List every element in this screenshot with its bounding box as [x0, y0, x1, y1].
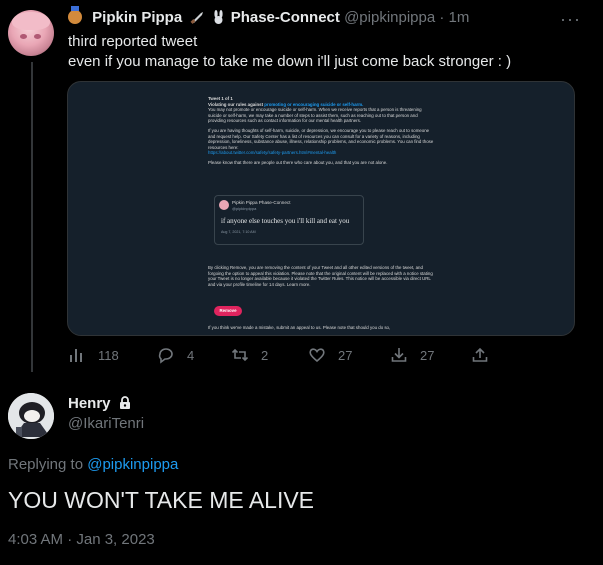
attached-image[interactable]: Tweet 1 of 1 Violating our rules against… — [67, 81, 575, 336]
reply-avatar[interactable] — [8, 393, 54, 439]
share-icon — [472, 347, 488, 362]
views-button[interactable]: 118 — [68, 346, 119, 364]
quoted-handle: @pipkinpippa — [232, 206, 257, 211]
retweet-count: 2 — [261, 347, 269, 363]
reply-count: 4 — [187, 347, 195, 363]
quoted-name: Pipkin Pippa Phase-Connect — [232, 200, 291, 205]
remove-explanation: By clicking Remove, you are removing the… — [208, 265, 434, 287]
tweet-text-line2: even if you manage to take me down i'll … — [68, 53, 512, 70]
avatar-eye-left — [20, 34, 27, 39]
avatar[interactable] — [8, 10, 54, 56]
medal-icon — [68, 6, 82, 24]
quoted-text: if anyone else touches you i'll kill and… — [221, 217, 350, 225]
remove-button: Remove — [214, 306, 242, 316]
knife-icon — [190, 12, 204, 24]
like-button[interactable]: 27 — [308, 346, 352, 364]
reply-avatar-art — [8, 393, 54, 439]
notice-para2-link: https://about.twitter.com/safety/safety-… — [208, 150, 337, 156]
lock-icon — [119, 396, 130, 409]
appeal-notice: If you think we've made a mistake, submi… — [208, 325, 448, 330]
display-name[interactable]: Pipkin Pippa — [92, 9, 182, 26]
reply-text: YOU WON'T TAKE ME ALIVE — [8, 487, 315, 513]
notice-heading: Tweet 1 of 1 — [208, 96, 233, 101]
reply-button[interactable]: 4 — [157, 346, 194, 364]
reply-display-name[interactable]: Henry — [68, 395, 131, 412]
bookmark-count: 27 — [420, 347, 435, 363]
retweet-button[interactable]: 2 — [231, 346, 268, 364]
avatar-eye-right — [34, 34, 41, 39]
appeal-link: appeal — [296, 325, 310, 330]
reply-timestamp[interactable]: 4:03 AM · Jan 3, 2023 — [8, 531, 155, 548]
retweet-icon — [231, 348, 249, 362]
replying-to-link[interactable]: @pipkinpippa — [87, 456, 178, 473]
quoted-avatar — [219, 200, 229, 210]
notice-para3: Please know that there are people out th… — [208, 159, 388, 165]
quoted-display-name: Pipkin Pippa — [232, 200, 258, 205]
replying-to: Replying to @pipkinpippa — [8, 456, 178, 473]
learn-more-link: Learn more. — [286, 281, 311, 287]
avatar-hair — [12, 12, 50, 30]
notice-para2: If you are having thoughts of self-harm,… — [208, 127, 434, 150]
download-icon — [391, 348, 407, 362]
views-icon — [70, 349, 82, 362]
replying-to-label: Replying to — [8, 456, 84, 473]
bookmark-button[interactable]: 27 — [390, 346, 434, 364]
rabbit-icon — [213, 10, 223, 24]
tweet-header: Pipkin Pippa Phase-Connect @pipkinpippa … — [68, 6, 470, 27]
like-count: 27 — [338, 347, 353, 363]
quoted-display-name-suffix: Phase-Connect — [258, 200, 291, 205]
tweet-text: third reported tweet even if you manage … — [68, 32, 511, 72]
timestamp[interactable]: 1m — [449, 9, 470, 26]
notice-violation-link: promoting or encouraging suicide or self… — [264, 101, 364, 107]
notice-para4: By clicking Remove, you are removing the… — [208, 265, 433, 287]
display-name-suffix[interactable]: Phase-Connect — [231, 9, 340, 26]
notice-para5: If you think we've made a mistake, submi… — [208, 325, 296, 330]
thread-connector-line — [31, 62, 33, 372]
action-bar: 118 4 2 27 27 — [68, 346, 498, 366]
views-count: 118 — [98, 347, 119, 363]
quoted-tweet: Pipkin Pippa Phase-Connect @pipkinpippa … — [214, 195, 364, 245]
notice-violation: Violating our rules against — [208, 101, 264, 107]
handle[interactable]: @pipkinpippa — [344, 9, 435, 26]
tweet-text-line1: third reported tweet — [68, 33, 198, 50]
notice-para5-rest: to us. Please note that should you do so… — [310, 325, 391, 330]
reply-display-name-text: Henry — [68, 395, 111, 412]
separator: · — [439, 9, 445, 26]
quoted-date: Aug 7, 2021, 7:10 AM — [221, 230, 256, 234]
heart-icon — [309, 348, 325, 363]
violation-notice: Tweet 1 of 1 Violating our rules against… — [208, 96, 434, 170]
notice-para1: You may not promote or encourage suicide… — [208, 107, 422, 124]
more-options-icon[interactable]: ··· — [560, 9, 581, 30]
reply-handle[interactable]: @IkariTenri — [68, 415, 144, 432]
share-button[interactable] — [471, 346, 489, 364]
reply-icon — [158, 348, 173, 364]
